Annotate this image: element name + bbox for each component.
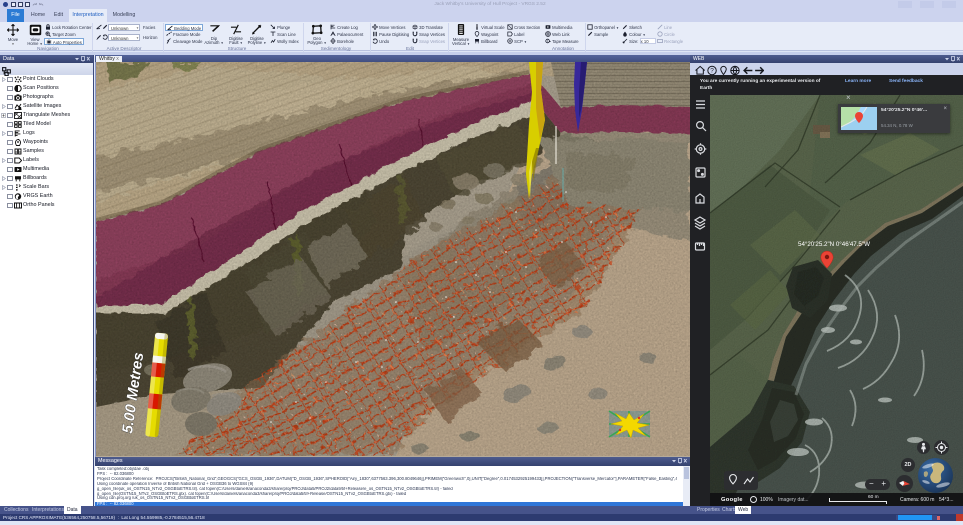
svg-text:54°20'25.2"N 0°46'47.5"W: 54°20'25.2"N 0°46'47.5"W [798,241,870,248]
svg-text:?: ? [710,68,714,75]
